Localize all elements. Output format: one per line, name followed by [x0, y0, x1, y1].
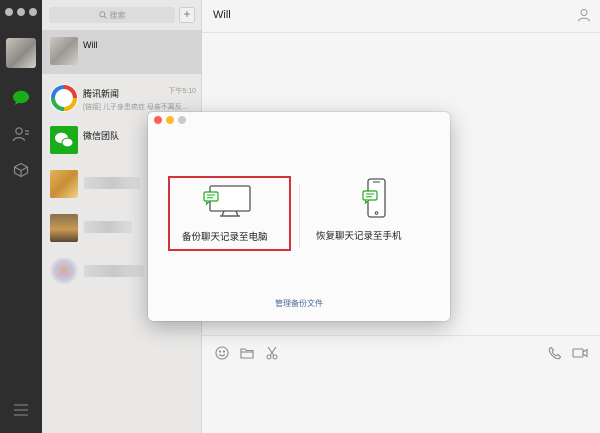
avatar [50, 170, 78, 198]
chat-preview: [链接] 儿子身患癌症 母亲不离反... [83, 104, 188, 111]
blurred-name [84, 177, 140, 189]
search-icon [98, 11, 107, 19]
chat-time: 下午5:10 [168, 88, 196, 95]
backup-dialog: 备份聊天记录至电脑 恢复聊天记录至手机 管理备份文件 [148, 112, 450, 321]
phone-with-chat-icon [362, 178, 386, 218]
chat-item-will[interactable]: Will [42, 30, 202, 74]
window-zoom-button[interactable] [29, 8, 37, 16]
dialog-close-button[interactable] [154, 116, 162, 124]
menu-icon[interactable] [13, 403, 29, 416]
phone-icon[interactable] [548, 346, 562, 360]
dialog-window-controls [154, 116, 186, 124]
computer-icon [203, 185, 251, 217]
chat-header: Will [202, 0, 600, 33]
chat-icon[interactable] [11, 88, 31, 108]
tencent-news-logo-icon [50, 84, 78, 112]
restore-to-phone-option[interactable]: 恢复聊天记录至手机 [316, 176, 436, 251]
contacts-icon[interactable] [11, 124, 31, 144]
restore-to-phone-label: 恢复聊天记录至手机 [316, 231, 402, 242]
video-icon[interactable] [572, 346, 588, 360]
scissors-icon[interactable] [265, 346, 279, 360]
favorites-icon[interactable] [11, 160, 31, 180]
search-input[interactable]: 搜索 [49, 7, 175, 23]
backup-to-computer-label: 备份聊天记录至电脑 [182, 232, 268, 243]
chat-name: 腾讯新闻 [83, 89, 120, 99]
emoji-icon[interactable] [215, 346, 229, 360]
dialog-minimize-button[interactable] [166, 116, 174, 124]
user-avatar[interactable] [6, 38, 36, 68]
add-chat-button[interactable]: + [179, 7, 195, 23]
window-minimize-button[interactable] [17, 8, 25, 16]
input-toolbar [202, 335, 600, 433]
search-placeholder: 搜索 [109, 10, 126, 20]
window-controls [5, 8, 37, 16]
blurred-name [84, 265, 144, 277]
window-close-button[interactable] [5, 8, 13, 16]
sidebar-rail [0, 0, 42, 433]
avatar [50, 258, 78, 286]
manage-backup-files-link[interactable]: 管理备份文件 [148, 298, 450, 309]
profile-icon[interactable] [577, 8, 591, 22]
dialog-zoom-button[interactable] [178, 116, 186, 124]
blurred-name [84, 221, 132, 233]
wechat-logo-icon [50, 126, 78, 154]
avatar [50, 37, 78, 65]
page-title: Will [213, 9, 231, 21]
avatar [50, 214, 78, 242]
chat-name: Will [83, 40, 98, 50]
divider [299, 184, 300, 248]
chat-name: 微信团队 [83, 131, 120, 141]
folder-icon[interactable] [240, 346, 254, 360]
backup-to-computer-option[interactable]: 备份聊天记录至电脑 [168, 176, 291, 251]
